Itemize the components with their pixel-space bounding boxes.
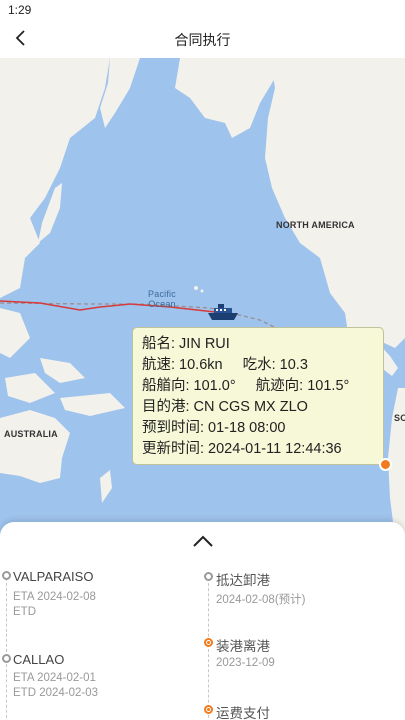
asia-landmass bbox=[0, 58, 110, 298]
port-etd: ETD bbox=[13, 606, 36, 618]
step-name: 装港离港 bbox=[216, 639, 270, 654]
page-title: 合同执行 bbox=[174, 32, 231, 48]
step-date: 2024-02-08(预计) bbox=[216, 594, 306, 606]
bottom-sheet: VALPARAISO ETA 2024-02-08 ETD CALLAO ETA… bbox=[0, 522, 405, 720]
speed-value: 航速: 10.6kn bbox=[142, 357, 223, 373]
eta-value: 预到时间: 01-18 08:00 bbox=[142, 420, 286, 436]
heading-value: 船艏向: 101.0° bbox=[142, 378, 236, 394]
vessel-map[interactable]: NORTH AMERICA Pacific Ocean AUSTRALIA SO bbox=[0, 58, 405, 538]
header: 合同执行 bbox=[0, 20, 405, 58]
alaska bbox=[175, 58, 280, 138]
step-name: 抵达卸港 bbox=[216, 573, 270, 588]
status-bar: 1:29 bbox=[0, 0, 405, 20]
se-asia-islands bbox=[0, 308, 30, 358]
ship-name: 船名: JIN RUI bbox=[142, 336, 230, 352]
label-north-america: NORTH AMERICA bbox=[276, 220, 355, 230]
label-south-america-partial: SO bbox=[394, 413, 405, 423]
map-canvas bbox=[0, 58, 405, 538]
north-america bbox=[265, 58, 405, 348]
port-eta: ETA 2024-02-08 bbox=[13, 591, 96, 603]
port-eta: ETA 2024-02-01 bbox=[13, 672, 96, 684]
step-date: 2023-12-09 bbox=[216, 657, 275, 669]
port-dot bbox=[2, 654, 11, 663]
step-dot-active bbox=[204, 638, 213, 647]
draft-value: 吃水: 10.3 bbox=[242, 357, 308, 373]
speed-draft-row: 航速: 10.6kn 吃水: 10.3 bbox=[142, 355, 374, 376]
port-timeline-line bbox=[6, 578, 7, 720]
port-name: CALLAO bbox=[13, 652, 65, 667]
label-pacific-ocean: Pacific Ocean bbox=[148, 289, 176, 309]
chevron-up-icon bbox=[193, 535, 213, 547]
updated-value: 更新时间: 2024-01-11 12:44:36 bbox=[142, 441, 342, 457]
course-value: 航迹向: 101.5° bbox=[255, 378, 350, 394]
vessel-info-popup: 船名: JIN RUI 航速: 10.6kn 吃水: 10.3 船艏向: 101… bbox=[132, 327, 384, 465]
port-dot bbox=[2, 571, 11, 580]
heading-course-row: 船艏向: 101.0° 航迹向: 101.5° bbox=[142, 376, 374, 397]
port-etd: ETD 2024-02-03 bbox=[13, 687, 99, 699]
port-name: VALPARAISO bbox=[13, 569, 94, 584]
destination-marker[interactable] bbox=[379, 458, 392, 471]
label-australia: AUSTRALIA bbox=[4, 429, 58, 439]
australia-landmass bbox=[0, 410, 70, 483]
steps-timeline-line bbox=[208, 578, 209, 720]
expand-sheet-button[interactable] bbox=[192, 534, 214, 548]
status-time: 1:29 bbox=[8, 3, 32, 17]
step-dot-active bbox=[204, 705, 213, 714]
step-dot bbox=[204, 572, 213, 581]
step-name: 运费支付 bbox=[216, 706, 270, 720]
ship-marker[interactable] bbox=[206, 303, 240, 323]
ship-icon bbox=[208, 304, 238, 320]
destination-value: 目的港: CN CGS MX ZLO bbox=[142, 399, 308, 415]
